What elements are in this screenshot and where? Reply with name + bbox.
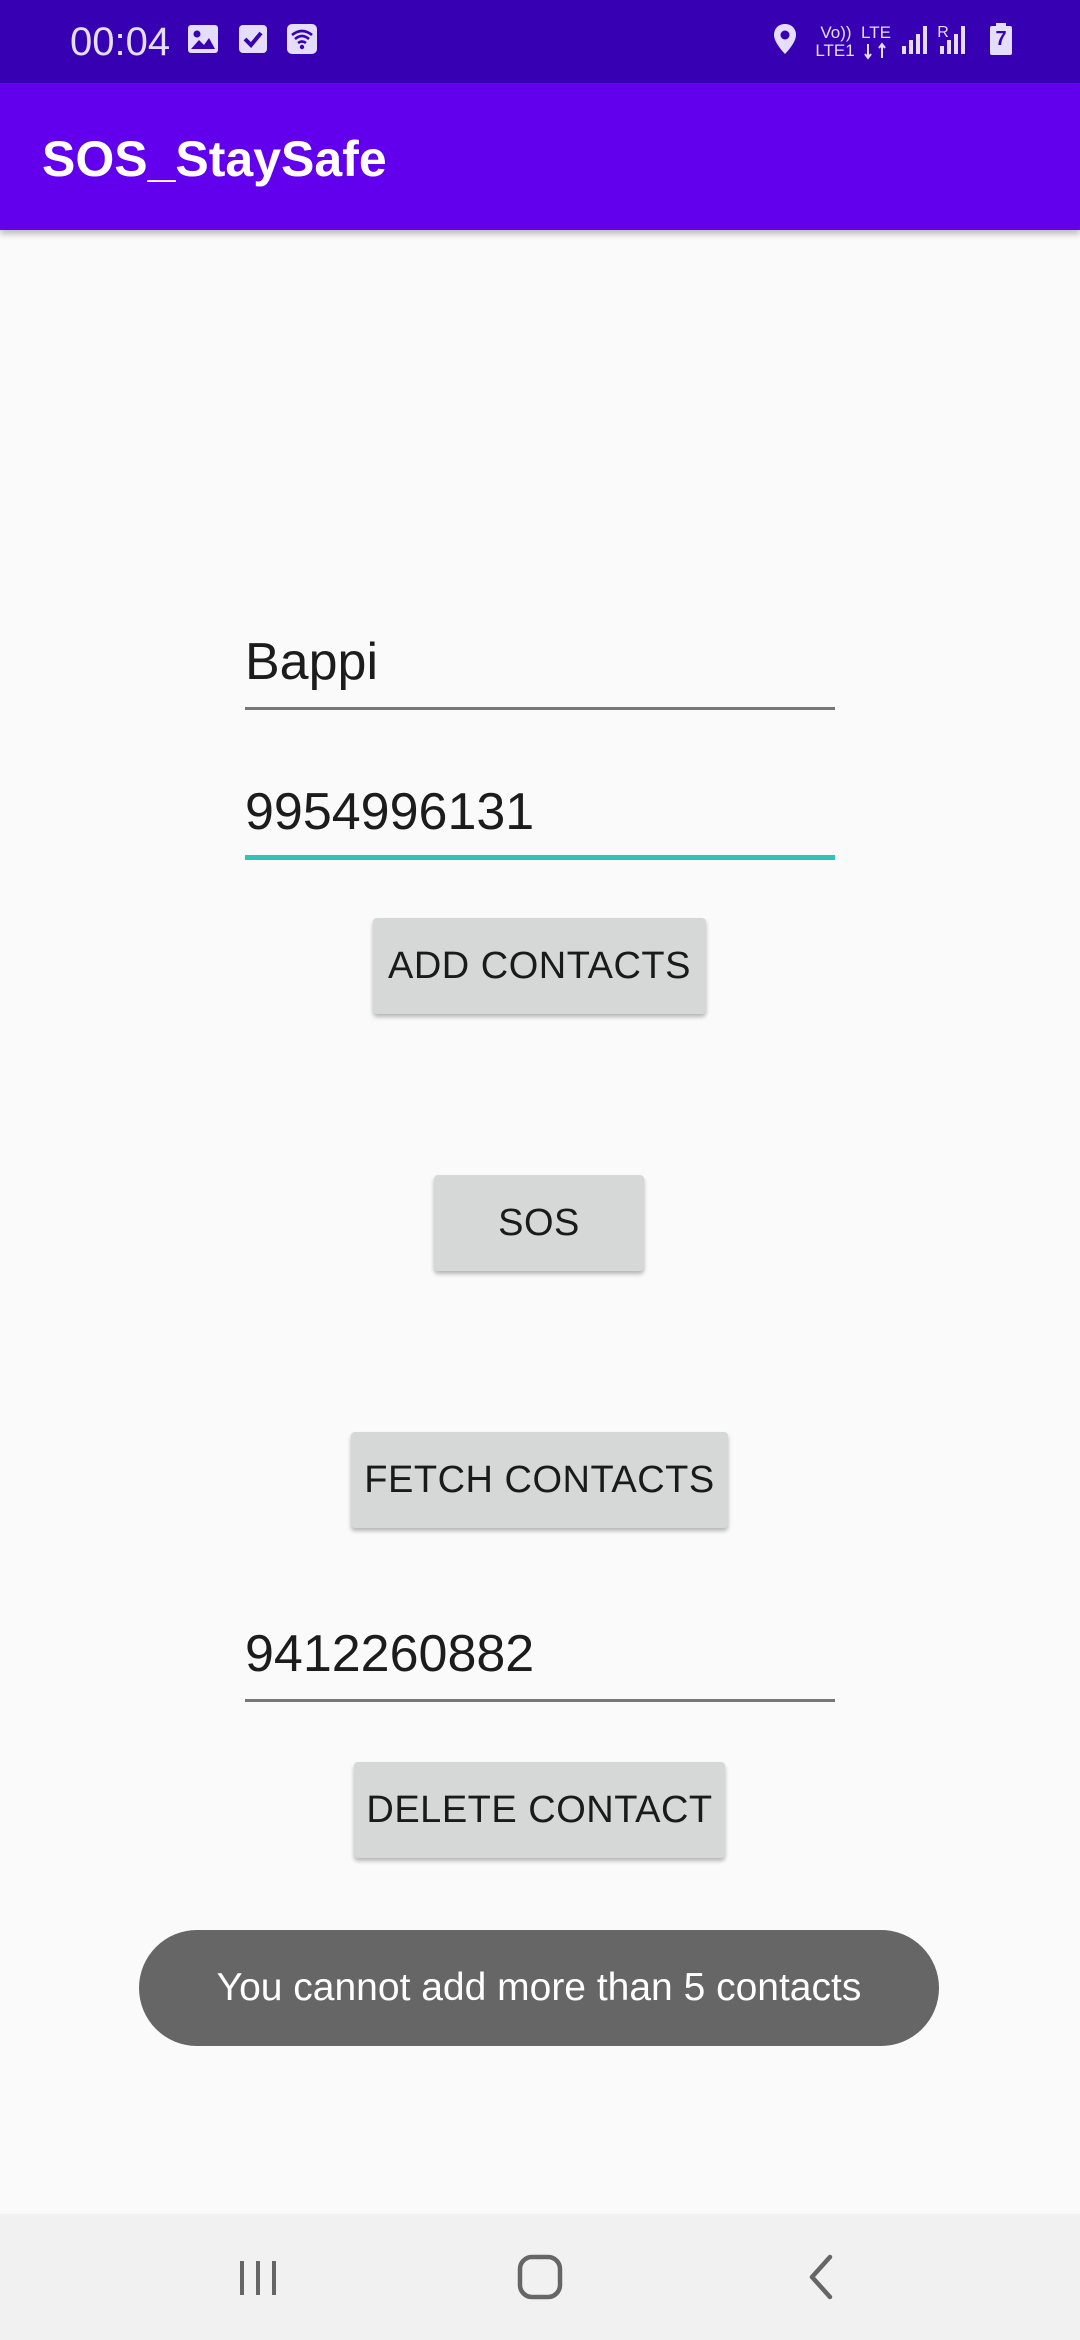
phone-field[interactable]: 9954996131 — [245, 770, 835, 860]
lte-label: LTE — [861, 23, 891, 42]
recent-apps-icon[interactable] — [228, 2247, 288, 2307]
lte1-label: LTE1 — [815, 41, 855, 60]
roaming-label: R — [937, 24, 949, 41]
sos-button[interactable]: SOS — [434, 1175, 644, 1271]
volte-label: Vo)) — [820, 23, 852, 42]
delete-contact-field-underline — [245, 1699, 835, 1702]
back-icon[interactable] — [792, 2247, 852, 2307]
navigation-bar — [0, 2214, 1080, 2340]
image-icon — [186, 22, 220, 56]
toast-message: You cannot add more than 5 contacts — [139, 1930, 939, 2046]
delete-contact-field[interactable]: 9412260882 — [245, 1612, 835, 1702]
data-arrows-icon — [864, 42, 888, 60]
phone-field-value: 9954996131 — [245, 783, 535, 841]
wifi-calling-icon — [285, 22, 319, 56]
phone-field-underline — [245, 855, 835, 860]
app-title: SOS_StaySafe — [42, 131, 387, 187]
signal-icon — [900, 22, 932, 56]
name-field-value: Bappi — [245, 633, 378, 691]
status-bar: 00:04 Vo)) LTE1 LTE R 7 — [0, 0, 1080, 83]
name-field-underline — [245, 707, 835, 710]
location-icon — [770, 22, 800, 56]
app-bar: SOS_StaySafe — [0, 83, 1080, 230]
delete-contact-button[interactable]: DELETE CONTACT — [354, 1762, 725, 1858]
status-time: 00:04 — [70, 20, 171, 64]
name-field[interactable]: Bappi — [245, 620, 835, 710]
fetch-contacts-button[interactable]: FETCH CONTACTS — [351, 1432, 728, 1528]
checkbox-icon — [236, 22, 270, 56]
delete-contact-field-value: 9412260882 — [245, 1625, 535, 1683]
add-contacts-button[interactable]: ADD CONTACTS — [373, 918, 706, 1014]
battery-level: 7 — [995, 28, 1007, 50]
home-icon[interactable] — [510, 2247, 570, 2307]
